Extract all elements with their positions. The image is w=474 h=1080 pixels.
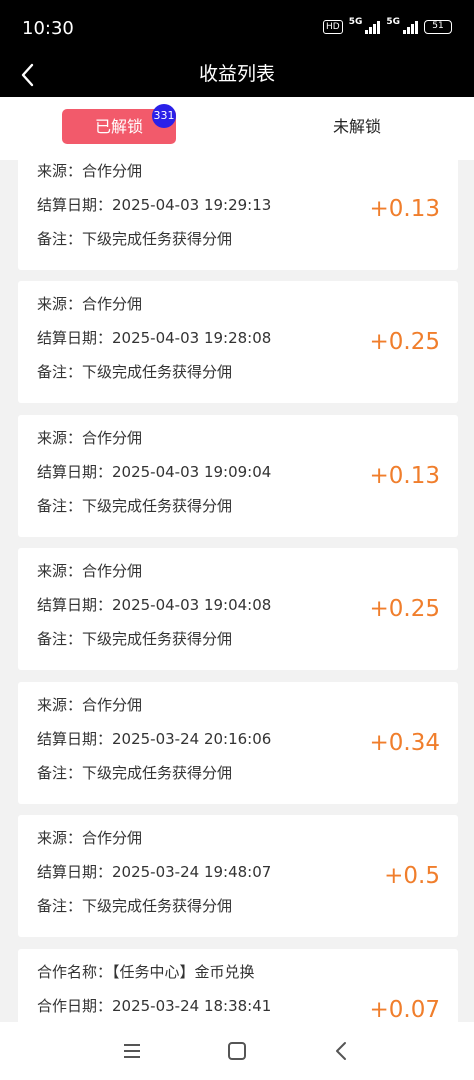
record-amount: +0.13 bbox=[369, 463, 440, 489]
record-card[interactable]: 来源：合作分佣 结算日期：2025-03-24 20:16:06 备注：下级完成… bbox=[18, 682, 458, 804]
home-square-icon bbox=[228, 1042, 246, 1060]
record-card[interactable]: 来源：合作分佣 结算日期：2025-04-03 19:29:13 备注：下级完成… bbox=[18, 160, 458, 270]
record-date: 结算日期：2025-03-24 20:16:06 bbox=[37, 730, 272, 748]
record-note: 备注：下级完成任务获得分佣 bbox=[37, 363, 233, 381]
record-source: 来源：合作分佣 bbox=[37, 829, 143, 847]
record-date: 结算日期：2025-04-03 19:28:08 bbox=[37, 329, 272, 347]
record-card[interactable]: 来源：合作分佣 结算日期：2025-04-03 19:04:08 备注：下级完成… bbox=[18, 548, 458, 670]
record-date: 结算日期：2025-03-24 19:48:07 bbox=[37, 863, 272, 881]
back-arrow-icon bbox=[336, 1042, 346, 1060]
network-label-1: 5G bbox=[348, 17, 363, 27]
earnings-list[interactable]: 来源：合作分佣 结算日期：2025-04-03 19:29:13 备注：下级完成… bbox=[0, 160, 474, 1022]
hd-voice-icon: HD bbox=[322, 20, 343, 34]
tab-locked[interactable]: 未解锁 bbox=[300, 109, 414, 144]
record-source: 来源：合作分佣 bbox=[37, 295, 143, 313]
menu-button[interactable] bbox=[119, 1038, 145, 1064]
record-note: 备注：下级完成任务获得分佣 bbox=[37, 497, 233, 515]
record-date: 结算日期：2025-04-03 19:29:13 bbox=[37, 196, 272, 214]
battery-icon: 51 bbox=[424, 20, 452, 34]
record-card[interactable]: 来源：合作分佣 结算日期：2025-04-03 19:09:04 备注：下级完成… bbox=[18, 415, 458, 537]
record-note: 备注：下级完成任务获得分佣 bbox=[37, 230, 233, 248]
tab-bar: 已解锁 331 未解锁 bbox=[0, 97, 474, 160]
record-amount: +0.34 bbox=[369, 730, 440, 756]
status-icons: HD 5G 5G 51 bbox=[322, 17, 452, 34]
status-bar: 10:30 HD 5G 5G 51 bbox=[0, 0, 474, 52]
system-nav-bar bbox=[0, 1022, 474, 1080]
record-source: 合作名称：【任务中心】金币兑换 bbox=[37, 963, 255, 981]
record-amount: +0.25 bbox=[369, 596, 440, 622]
signal-icon bbox=[403, 20, 418, 34]
record-source: 来源：合作分佣 bbox=[37, 429, 143, 447]
record-note: 备注：下级完成任务获得分佣 bbox=[37, 630, 233, 648]
record-date: 结算日期：2025-04-03 19:04:08 bbox=[37, 596, 272, 614]
record-amount: +0.07 bbox=[369, 997, 440, 1022]
record-card[interactable]: 来源：合作分佣 结算日期：2025-04-03 19:28:08 备注：下级完成… bbox=[18, 281, 458, 403]
signal-icon bbox=[365, 20, 381, 34]
record-amount: +0.13 bbox=[369, 196, 440, 222]
page-title: 收益列表 bbox=[198, 63, 275, 85]
record-note: 备注：下级完成任务获得分佣 bbox=[37, 764, 233, 782]
home-button[interactable] bbox=[224, 1038, 250, 1064]
menu-icon bbox=[124, 1044, 140, 1058]
record-date: 结算日期：2025-04-03 19:09:04 bbox=[37, 463, 272, 481]
record-note: 备注：下级完成任务获得分佣 bbox=[37, 897, 233, 915]
system-back-button[interactable] bbox=[329, 1038, 355, 1064]
record-source: 来源：合作分佣 bbox=[37, 562, 143, 580]
record-source: 来源：合作分佣 bbox=[37, 162, 143, 180]
record-card[interactable]: 合作名称：【任务中心】金币兑换 合作日期：2025-03-24 18:38:41… bbox=[18, 949, 458, 1022]
record-date: 合作日期：2025-03-24 18:38:41 bbox=[37, 997, 272, 1015]
record-card[interactable]: 来源：合作分佣 结算日期：2025-03-24 19:48:07 备注：下级完成… bbox=[18, 815, 458, 937]
clock: 10:30 bbox=[22, 18, 74, 39]
header: 收益列表 bbox=[0, 52, 474, 97]
network-label-2: 5G bbox=[386, 17, 400, 27]
record-amount: +0.25 bbox=[369, 329, 440, 355]
unlocked-count-badge: 331 bbox=[152, 104, 176, 128]
record-source: 来源：合作分佣 bbox=[37, 696, 143, 714]
record-amount: +0.5 bbox=[384, 863, 440, 889]
